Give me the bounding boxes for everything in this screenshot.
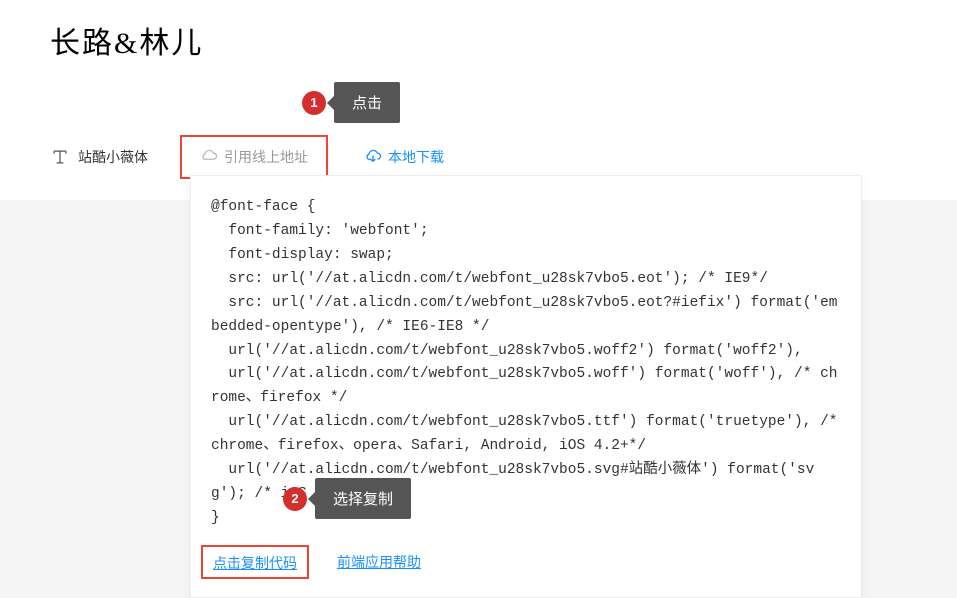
font-name-text: 站酷小薇体 [78, 147, 148, 167]
callout-select-copy: 2 选择复制 [283, 478, 411, 519]
tab-online-label: 引用线上地址 [224, 147, 308, 167]
callout-tip-1: 点击 [334, 82, 400, 123]
code-panel: @font-face { font-family: 'webfont'; fon… [190, 175, 862, 598]
tab-online-url[interactable]: 引用线上地址 [180, 135, 328, 179]
panel-actions: 点击复制代码 前端应用帮助 [211, 545, 841, 579]
callout-tip-2: 选择复制 [315, 478, 411, 519]
frontend-help-link[interactable]: 前端应用帮助 [337, 552, 421, 572]
callout-badge-2: 2 [283, 487, 307, 511]
tab-download-label: 本地下载 [388, 147, 444, 167]
cloud-download-icon [364, 148, 382, 166]
text-icon [50, 147, 70, 167]
copy-code-link[interactable]: 点击复制代码 [213, 555, 297, 571]
font-name-label: 站酷小薇体 [50, 147, 148, 167]
tabs-row: 站酷小薇体 引用线上地址 本地下载 [50, 135, 907, 179]
callout-click: 1 点击 [302, 82, 400, 123]
tab-local-download[interactable]: 本地下载 [346, 137, 462, 177]
callout-badge-1: 1 [302, 91, 326, 115]
page-title: 长路&林儿 [50, 0, 907, 70]
cloud-icon [200, 148, 218, 166]
